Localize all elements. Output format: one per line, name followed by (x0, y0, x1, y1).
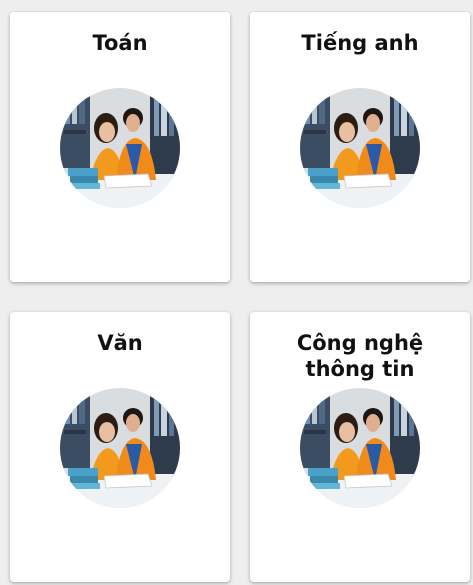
students-photo-icon (300, 388, 420, 508)
subject-card-van[interactable]: Văn (10, 312, 230, 582)
subject-card-cong-nghe-thong-tin[interactable]: Công nghệ thông tin (250, 312, 470, 582)
subject-card-toan[interactable]: Toán (10, 12, 230, 282)
subject-title: Toán (92, 31, 148, 55)
subject-grid: Toán Tiếng anh Văn Công nghệ thông tin (0, 0, 473, 585)
students-photo-icon (60, 88, 180, 208)
subject-image (60, 88, 180, 208)
subject-card-tieng-anh[interactable]: Tiếng anh (250, 12, 470, 282)
subject-title: Văn (97, 331, 143, 355)
students-photo-icon (60, 388, 180, 508)
subject-image (300, 388, 420, 508)
subject-image (60, 388, 180, 508)
subject-title: Tiếng anh (301, 31, 419, 55)
subject-image (300, 88, 420, 208)
students-photo-icon (300, 88, 420, 208)
subject-title: Công nghệ thông tin (296, 331, 424, 381)
